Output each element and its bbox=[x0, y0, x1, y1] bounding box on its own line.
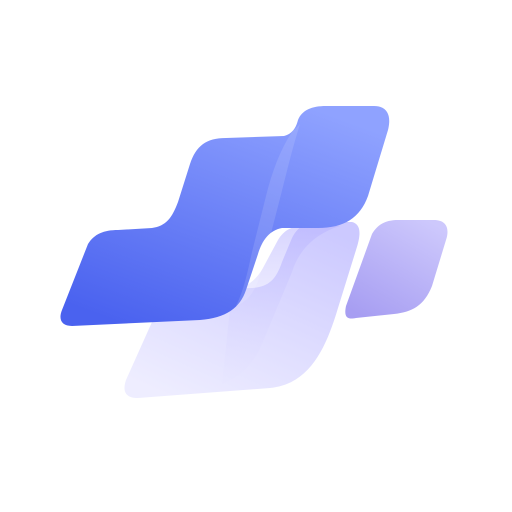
side-tab-shape bbox=[345, 220, 448, 319]
abstract-ribbon-logo-icon bbox=[60, 106, 448, 398]
app-icon-canvas bbox=[0, 0, 512, 512]
